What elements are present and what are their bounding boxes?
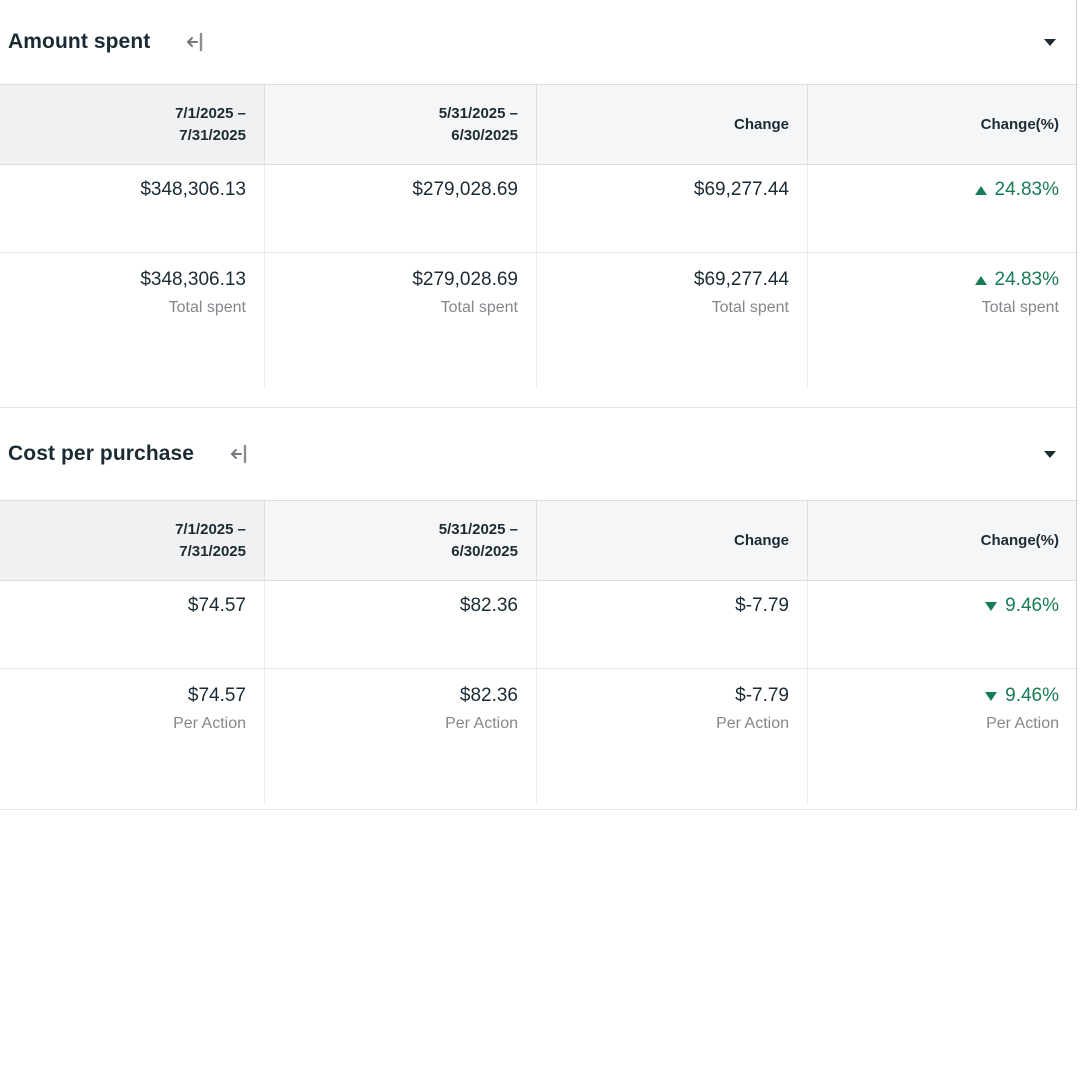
change-pct-value: 9.46% (1005, 595, 1059, 617)
value-cell: $348,306.13 Total spent (0, 253, 264, 389)
value-cell: $-7.79 Per Action (536, 669, 807, 805)
triangle-down-icon (985, 602, 997, 611)
metric-title: Cost per purchase (8, 442, 194, 466)
value-cell: $279,028.69 (264, 165, 536, 252)
triangle-down-icon (985, 692, 997, 701)
value-cell: $82.36 Per Action (264, 669, 536, 805)
value-sublabel: Total spent (0, 299, 246, 317)
value-sublabel: Per Action (537, 715, 789, 733)
value-sublabel: Total spent (265, 299, 518, 317)
value-cell: $69,277.44 (536, 165, 807, 252)
pin-column-icon[interactable] (184, 30, 208, 54)
value-cell: $-7.79 (536, 581, 807, 668)
value-sublabel: Total spent (537, 299, 789, 317)
value-sublabel: Per Action (265, 715, 518, 733)
column-header-period-current: 7/1/2025 – 7/31/2025 (0, 501, 264, 580)
pin-column-icon[interactable] (228, 442, 252, 466)
value-sublabel: Per Action (0, 715, 246, 733)
column-header-change: Change (536, 501, 807, 580)
column-header-period-previous: 5/31/2025 – 6/30/2025 (264, 85, 536, 164)
column-header-change: Change (536, 85, 807, 164)
change-pct-cell: 9.46% Per Action (807, 669, 1077, 805)
table-row: $348,306.13 Total spent $279,028.69 Tota… (0, 253, 1076, 389)
table-row: $348,306.13 $279,028.69 $69,277.44 24.83… (0, 165, 1076, 253)
value-cell: $69,277.44 Total spent (536, 253, 807, 389)
table-row: $74.57 Per Action $82.36 Per Action $-7.… (0, 669, 1076, 805)
value-cell: $82.36 (264, 581, 536, 668)
table-row: $74.57 $82.36 $-7.79 9.46% (0, 581, 1076, 669)
metric-title: Amount spent (8, 30, 150, 54)
chevron-down-icon[interactable] (1044, 451, 1056, 458)
triangle-up-icon (975, 186, 987, 195)
column-header-change-pct: Change(%) (807, 85, 1077, 164)
table-header-row: 7/1/2025 – 7/31/2025 5/31/2025 – 6/30/20… (0, 500, 1076, 581)
metrics-comparison-panel: Amount spent 7/1/2025 – 7/31/2025 5/31/2… (0, 0, 1077, 810)
column-header-change-pct: Change(%) (807, 501, 1077, 580)
column-header-period-previous: 5/31/2025 – 6/30/2025 (264, 501, 536, 580)
chevron-down-icon[interactable] (1044, 39, 1056, 46)
value-cell: $74.57 (0, 581, 264, 668)
value-sublabel: Per Action (808, 715, 1059, 733)
value-cell: $74.57 Per Action (0, 669, 264, 805)
change-pct-value: 24.83% (995, 269, 1059, 291)
value-sublabel: Total spent (808, 299, 1059, 317)
metric-card-cost-per-purchase: Cost per purchase 7/1/2025 – 7/31/2025 5… (0, 408, 1076, 810)
change-pct-cell: 24.83% (807, 165, 1077, 252)
change-pct-value: 24.83% (995, 179, 1059, 201)
column-header-period-current: 7/1/2025 – 7/31/2025 (0, 85, 264, 164)
card-header: Cost per purchase (0, 408, 1076, 500)
change-pct-cell: 24.83% Total spent (807, 253, 1077, 389)
change-pct-value: 9.46% (1005, 685, 1059, 707)
value-cell: $348,306.13 (0, 165, 264, 252)
table-header-row: 7/1/2025 – 7/31/2025 5/31/2025 – 6/30/20… (0, 84, 1076, 165)
triangle-up-icon (975, 276, 987, 285)
card-header: Amount spent (0, 0, 1076, 84)
value-cell: $279,028.69 Total spent (264, 253, 536, 389)
change-pct-cell: 9.46% (807, 581, 1077, 668)
metric-card-amount-spent: Amount spent 7/1/2025 – 7/31/2025 5/31/2… (0, 0, 1076, 408)
